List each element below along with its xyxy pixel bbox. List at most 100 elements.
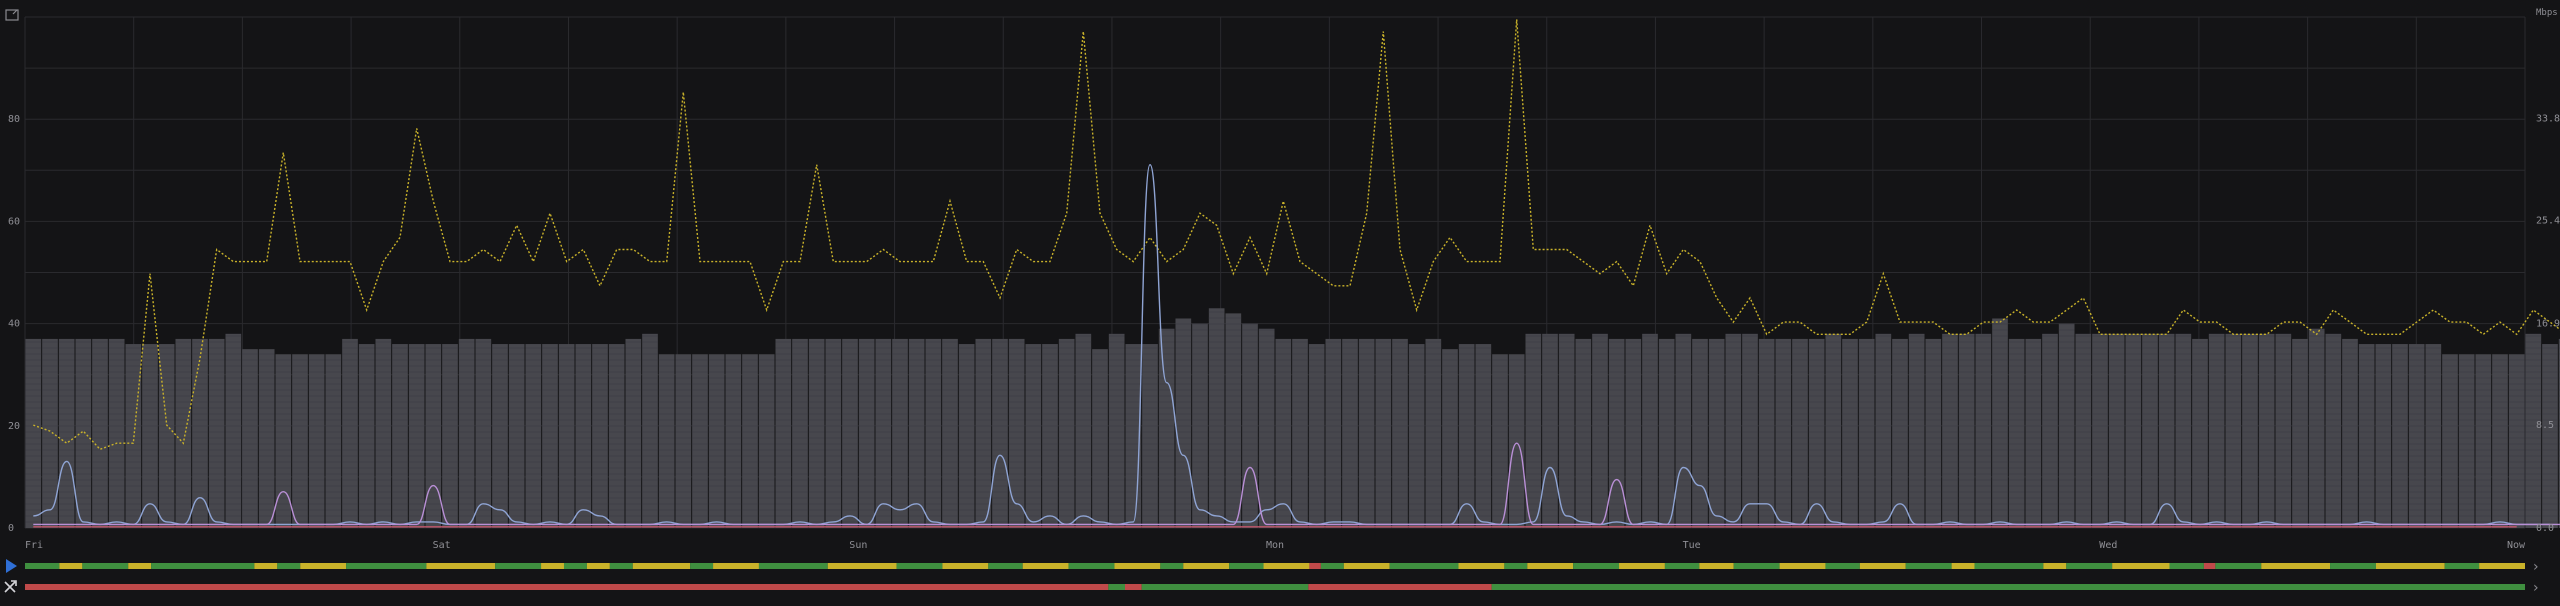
bar <box>1892 338 1908 528</box>
bar <box>2225 333 2242 528</box>
bar <box>1475 344 1492 528</box>
bar <box>2408 344 2425 528</box>
bar <box>475 338 492 528</box>
bar <box>1675 333 1692 528</box>
bar <box>1225 313 1242 528</box>
bar <box>1642 333 1658 528</box>
bar <box>275 354 292 528</box>
bar <box>1325 338 1342 528</box>
bar <box>1492 354 1508 528</box>
bar <box>1275 338 1292 528</box>
bar <box>575 344 592 528</box>
bar <box>1308 344 1325 528</box>
bar <box>1292 338 1308 528</box>
bar <box>1558 333 1575 528</box>
bar <box>2008 338 2025 528</box>
bar <box>292 354 308 528</box>
bar <box>858 338 875 528</box>
bar <box>458 338 475 528</box>
bar <box>2025 338 2042 528</box>
bar <box>1458 344 1475 528</box>
bar <box>1942 333 1958 528</box>
bar <box>525 344 542 528</box>
bar <box>1758 338 1775 528</box>
bar <box>742 354 758 528</box>
bar <box>942 338 958 528</box>
bar <box>1625 338 1642 528</box>
bar <box>2508 354 2525 528</box>
bar <box>2492 354 2508 528</box>
bar <box>225 333 242 528</box>
bar <box>1092 349 1108 528</box>
bar <box>1692 338 1708 528</box>
bar <box>142 344 158 528</box>
bar <box>442 344 458 528</box>
bar <box>842 338 858 528</box>
bar <box>2275 333 2292 528</box>
bar <box>2192 338 2208 528</box>
bar <box>908 338 925 528</box>
bar <box>1608 338 1625 528</box>
bar <box>975 338 992 528</box>
bar <box>1742 333 1758 528</box>
bar <box>1358 338 1375 528</box>
bar <box>775 338 792 528</box>
bar <box>1408 344 1425 528</box>
bar <box>2342 338 2358 528</box>
bar <box>375 338 392 528</box>
bar <box>2475 354 2492 528</box>
bar <box>1775 338 1792 528</box>
bar <box>1792 338 1808 528</box>
bar <box>958 344 975 528</box>
bar <box>1342 338 1358 528</box>
bar <box>2242 333 2258 528</box>
bar <box>408 344 425 528</box>
bar <box>558 344 575 528</box>
bar <box>1042 344 1058 528</box>
bar <box>1025 344 1042 528</box>
bar <box>258 349 275 528</box>
bar <box>675 354 692 528</box>
bar <box>2292 338 2308 528</box>
bar <box>2175 333 2192 528</box>
bar <box>608 344 625 528</box>
bar <box>2458 354 2475 528</box>
bar <box>1575 338 1592 528</box>
bar <box>992 338 1008 528</box>
bar <box>1375 338 1392 528</box>
bar <box>1208 308 1225 528</box>
bar <box>1958 333 1975 528</box>
bar <box>2158 333 2175 528</box>
bar <box>792 338 808 528</box>
bar <box>1525 333 1542 528</box>
bar <box>808 338 825 528</box>
bar <box>1975 333 1992 528</box>
bar <box>192 338 208 528</box>
bar <box>75 338 92 528</box>
bar <box>2425 344 2442 528</box>
bar <box>1075 333 1092 528</box>
bar <box>1875 333 1892 528</box>
bar <box>2442 354 2458 528</box>
bar <box>1508 354 1525 528</box>
bar <box>708 354 725 528</box>
bar <box>1825 333 1842 528</box>
bar <box>25 338 42 528</box>
bar <box>658 354 675 528</box>
bar <box>1442 349 1458 528</box>
bar <box>625 338 642 528</box>
bar <box>1008 338 1025 528</box>
bar <box>208 338 225 528</box>
bar <box>1142 344 1158 528</box>
bar <box>2375 344 2392 528</box>
bar <box>1108 333 1125 528</box>
bar <box>158 344 175 528</box>
bar <box>642 333 658 528</box>
bar <box>58 338 75 528</box>
bar <box>175 338 192 528</box>
bar <box>1658 338 1675 528</box>
bar <box>325 354 342 528</box>
bar <box>892 338 908 528</box>
bar <box>1425 338 1442 528</box>
bar <box>2542 344 2558 528</box>
